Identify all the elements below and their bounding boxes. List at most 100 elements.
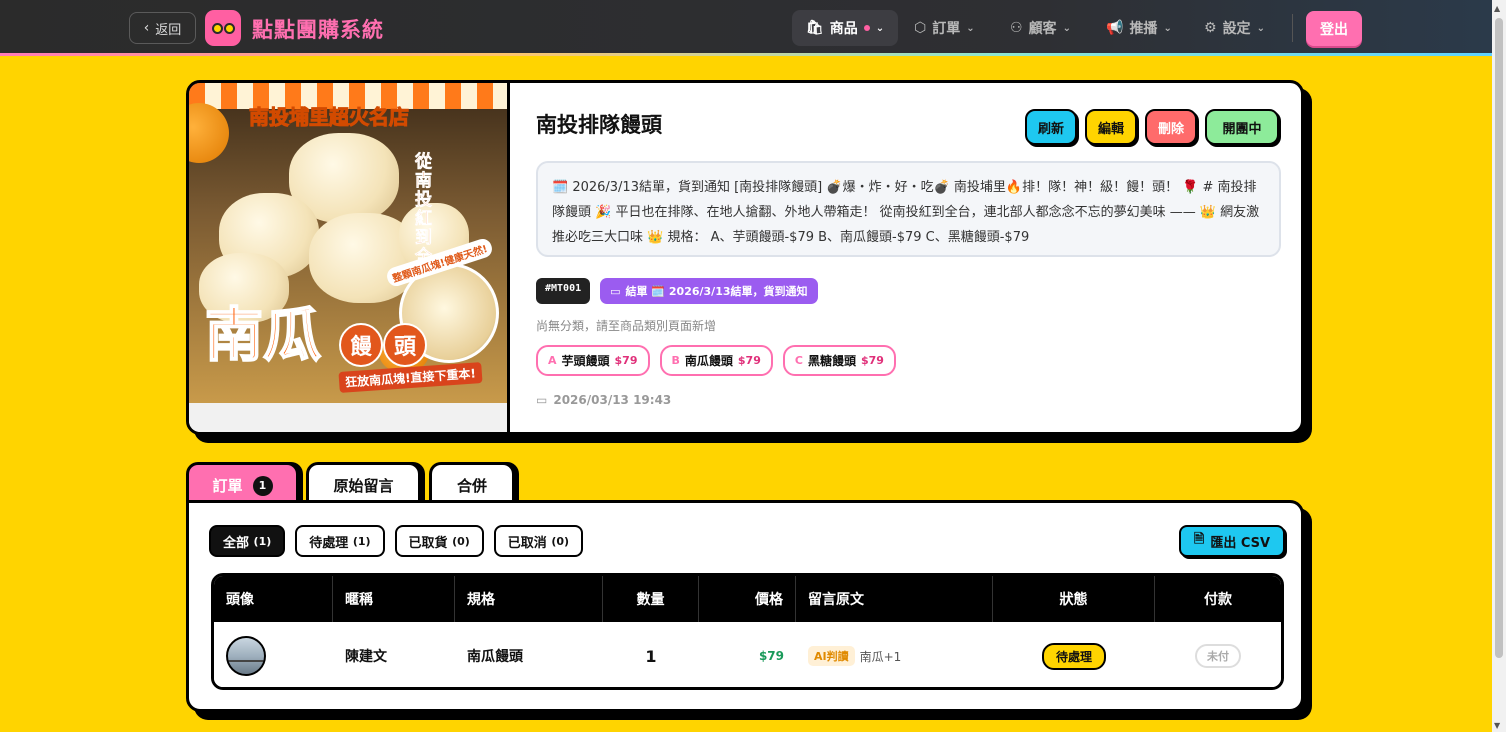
nav-settings-label: 設定 xyxy=(1222,21,1251,37)
chevron-down-icon: ⌄ xyxy=(1062,22,1071,34)
nav-broadcast[interactable]: 📢 推播 ⌄ xyxy=(1092,10,1186,46)
nav-orders[interactable]: ⬡ 訂單 ⌄ xyxy=(900,10,989,46)
app-logo[interactable] xyxy=(205,10,241,46)
chevron-left-icon: ‹ xyxy=(143,20,150,36)
refresh-button[interactable]: 刷新 xyxy=(1025,109,1077,145)
comment-text: 南瓜+1 xyxy=(859,649,902,664)
product-card: 南投埔里超火名店 從南投紅到全台 整顆南瓜塊!健康天然! 南瓜 饅 頭 狂放南瓜… xyxy=(186,80,1304,435)
nav-customers[interactable]: ⚇ 顧客 ⌄ xyxy=(996,10,1085,46)
image-circle-char: 饅 xyxy=(339,323,383,367)
scroll-down-icon[interactable]: ▼ xyxy=(1494,721,1500,730)
avatar-cell xyxy=(226,622,266,687)
comment-cell: AI判讀 南瓜+1 xyxy=(808,622,902,687)
filter-pending[interactable]: 待處理 (1) xyxy=(295,525,385,557)
filter-label: 全部 xyxy=(223,535,250,551)
nickname-cell: 陳建文 xyxy=(345,649,387,665)
calendar-icon: ▭ xyxy=(610,284,621,298)
created-date-value: 2026/03/13 19:43 xyxy=(553,393,672,407)
tab-raw-comments-label: 原始留言 xyxy=(333,477,394,495)
nav-customers-label: 顧客 xyxy=(1028,21,1057,37)
orders-panel: 全部 (1) 待處理 (1) 已取貨 (0) 已取消 (0) 🗎 匯出 CSV … xyxy=(186,500,1304,712)
nav-products-label: 商品 xyxy=(829,21,858,37)
gear-icon: ⚙ xyxy=(1204,20,1217,36)
active-dot xyxy=(863,25,870,31)
spec-name: 黑糖饅頭 xyxy=(807,354,856,368)
nav-divider xyxy=(1292,14,1293,42)
file-icon: 🗎 xyxy=(1193,532,1205,547)
tab-merge-label: 合併 xyxy=(456,477,487,495)
column-header: 付款 xyxy=(1204,592,1232,608)
image-divider xyxy=(507,83,510,432)
scrollbar-thumb[interactable] xyxy=(1495,18,1503,658)
filter-count: (1) xyxy=(352,534,371,548)
end-date-label: 結單 🗓️ 2026/3/13結單，貨到通知 xyxy=(625,285,808,298)
delete-button[interactable]: 刪除 xyxy=(1145,109,1197,145)
megaphone-icon: 📢 xyxy=(1106,20,1124,36)
spec-letter: A xyxy=(548,354,557,367)
logo-eyes-icon xyxy=(211,22,235,34)
tab-orders-count: 1 xyxy=(252,475,273,496)
chevron-down-icon: ⌄ xyxy=(875,22,885,34)
table-header: 頭像 暱稱 規格 數量 價格 留言原文 狀態 付款 xyxy=(214,576,1281,622)
avatar xyxy=(226,636,266,676)
back-button[interactable]: ‹ 返回 xyxy=(129,12,196,44)
product-description: 🗓️ 2026/3/13結單，貨到通知 [南投排隊饅頭] 💣爆・炸・好・吃💣 南… xyxy=(536,161,1281,257)
pumpkin-decoration xyxy=(189,103,229,163)
chevron-down-icon: ⌄ xyxy=(966,22,975,34)
nav-products[interactable]: 🛍 商品 ⌄ xyxy=(792,10,899,46)
spec-name: 南瓜饅頭 xyxy=(684,354,733,368)
bag-icon: 🛍 xyxy=(806,20,824,36)
filter-count: (0) xyxy=(452,534,470,548)
column-header: 頭像 xyxy=(214,576,333,622)
table-row[interactable]: 陳建文 南瓜饅頭 1 $79 AI判讀 南瓜+1 待處理 未付 xyxy=(214,622,1281,687)
ai-detect-badge: AI判讀 xyxy=(808,646,855,666)
edit-button[interactable]: 編輯 xyxy=(1085,109,1137,145)
filter-all[interactable]: 全部 (1) xyxy=(209,525,286,557)
image-headline: 南投埔里超火名店 xyxy=(249,105,410,130)
spec-list: A 芋頭饅頭 $79 B 南瓜饅頭 $79 C 黑糖饅頭 $79 xyxy=(536,345,896,376)
filter-label: 已取貨 xyxy=(408,535,448,551)
chevron-down-icon: ⌄ xyxy=(1163,22,1172,34)
app-title: 點點團購系統 xyxy=(252,18,384,42)
end-date-badge: ▭ 結單 🗓️ 2026/3/13結單，貨到通知 xyxy=(600,278,818,304)
product-code-badge: #MT001 xyxy=(536,278,591,304)
price-cell: $79 xyxy=(758,649,784,663)
nav-settings[interactable]: ⚙ 設定 ⌄ xyxy=(1190,10,1279,46)
spec-letter: C xyxy=(794,354,803,367)
box-icon: ⬡ xyxy=(914,20,927,36)
product-image[interactable]: 南投埔里超火名店 從南投紅到全台 整顆南瓜塊!健康天然! 南瓜 饅 頭 狂放南瓜… xyxy=(189,83,507,403)
quantity-cell: 1 xyxy=(645,646,657,666)
users-icon: ⚇ xyxy=(1010,20,1023,36)
filter-picked-up[interactable]: 已取貨 (0) xyxy=(394,525,484,557)
back-label: 返回 xyxy=(155,22,182,38)
spec-price: $79 xyxy=(860,354,884,367)
group-status-button[interactable]: 開團中 xyxy=(1205,109,1279,145)
status-badge[interactable]: 待處理 xyxy=(1041,642,1106,670)
spec-chip[interactable]: C 黑糖饅頭 $79 xyxy=(782,345,896,376)
image-footer xyxy=(189,403,507,432)
scroll-up-icon[interactable]: ▲ xyxy=(1494,4,1500,13)
spec-price: $79 xyxy=(614,354,638,367)
no-category-note: 尚無分類，請至商品類別頁面新增 xyxy=(536,319,717,333)
column-header: 暱稱 xyxy=(333,576,455,622)
page-scrollbar[interactable]: ▲ ▼ xyxy=(1492,0,1506,732)
filter-cancelled[interactable]: 已取消 (0) xyxy=(493,525,584,557)
top-navbar: ‹ 返回 點點團購系統 🛍 商品 ⌄ ⬡ 訂單 ⌄ ⚇ 顧客 ⌄ 📢 推播 ⌄ … xyxy=(0,0,1492,56)
logout-button[interactable]: 登出 xyxy=(1306,11,1362,46)
column-header: 數量 xyxy=(603,576,699,622)
filter-count: (0) xyxy=(551,534,570,548)
column-header: 留言原文 xyxy=(796,576,993,622)
nav-broadcast-label: 推播 xyxy=(1129,21,1158,37)
payment-badge[interactable]: 未付 xyxy=(1195,644,1241,668)
product-title: 南投排隊饅頭 xyxy=(536,113,662,137)
filter-label: 已取消 xyxy=(507,535,547,551)
spec-chip[interactable]: B 南瓜饅頭 $79 xyxy=(659,345,773,376)
chevron-down-icon: ⌄ xyxy=(1256,22,1265,34)
export-csv-button[interactable]: 🗎 匯出 CSV xyxy=(1179,525,1285,557)
column-header: 狀態 xyxy=(993,576,1155,622)
spec-cell: 南瓜饅頭 xyxy=(467,649,523,665)
created-date: ▭ 2026/03/13 19:43 xyxy=(536,393,671,407)
spec-chip[interactable]: A 芋頭饅頭 $79 xyxy=(536,345,650,376)
status-cell: 待處理 xyxy=(993,622,1155,687)
tab-orders-label: 訂單 xyxy=(212,477,243,495)
